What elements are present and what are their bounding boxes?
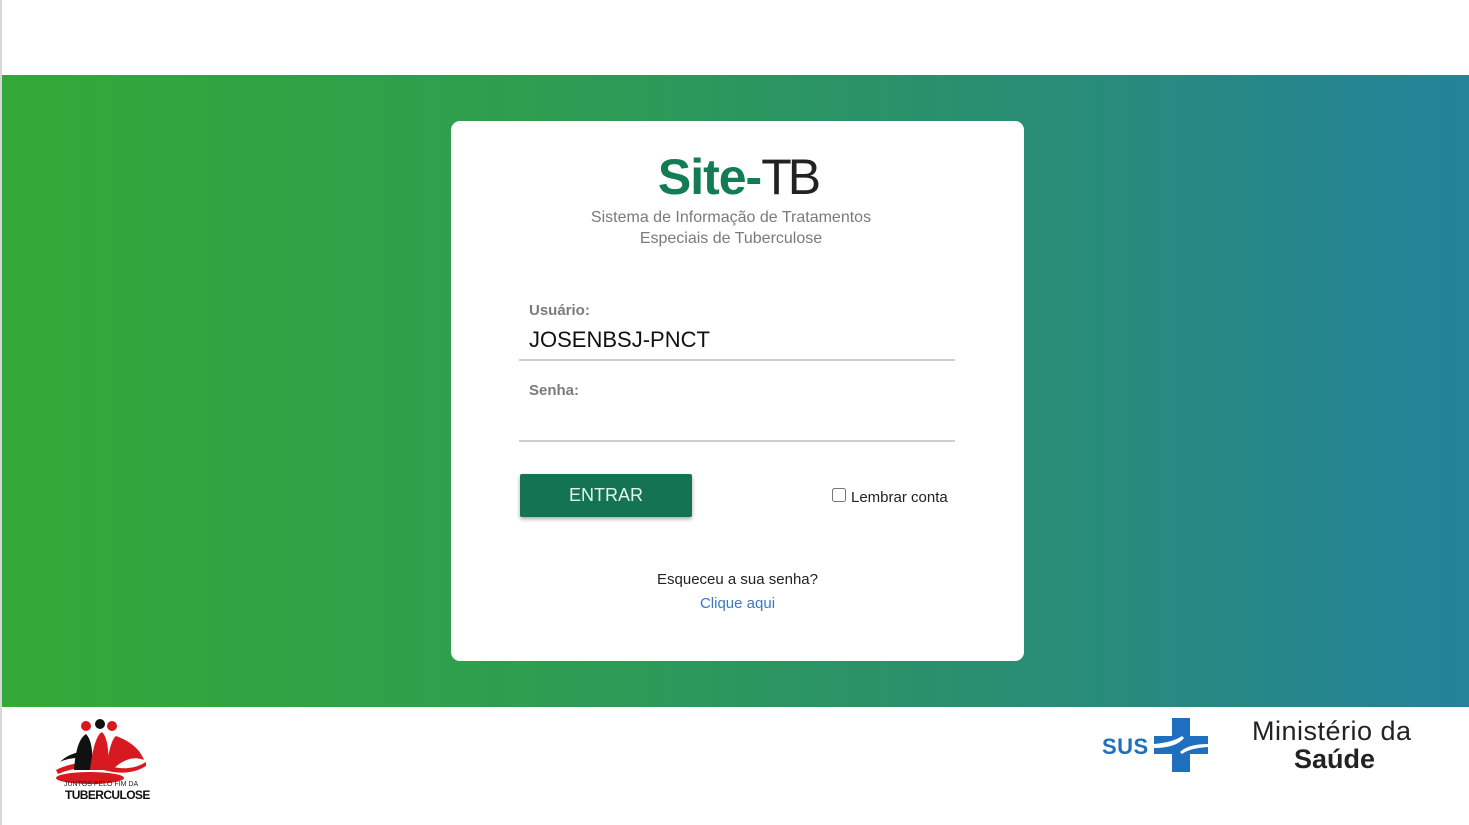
app-logo: Site-TB [451, 148, 1024, 206]
sus-cross-icon [1154, 718, 1208, 772]
subtitle-line-2: Especiais de Tuberculose [639, 230, 823, 247]
sus-logo-text: SUS [1102, 734, 1149, 759]
app-subtitle: Sistema de Informação de Tratamentos Esp… [451, 207, 1011, 249]
login-card: Site-TB Sistema de Informação de Tratame… [451, 121, 1024, 661]
login-button[interactable]: ENTRAR [520, 474, 692, 517]
tuberculosis-campaign-logo: JUNTOS PELO FIM DA TUBERCULOSE [50, 718, 150, 804]
remember-checkbox[interactable] [832, 488, 846, 502]
ministry-line-1: Ministério da [1252, 716, 1412, 746]
sus-logo: SUS [1102, 718, 1208, 772]
login-page: Site-TB Sistema de Informação de Tratame… [0, 0, 1469, 825]
tb-figures-icon [56, 719, 146, 784]
username-field: Usuário: [519, 299, 955, 361]
tb-logo-title: TUBERCULOSE [65, 788, 150, 802]
forgot-password-link[interactable]: Clique aqui [451, 595, 1024, 612]
password-input[interactable] [529, 405, 949, 435]
remember-label: Lembrar conta [851, 489, 948, 506]
tb-logo-tagline: JUNTOS PELO FIM DA [64, 781, 139, 788]
ministry-line-2: Saúde [1294, 744, 1376, 774]
forgot-password-text: Esqueceu a sua senha? [657, 571, 818, 588]
password-field: Senha: [519, 379, 955, 442]
brand-site-text: Site- [657, 149, 762, 205]
password-label: Senha: [529, 382, 580, 399]
brand-tb-text: TB [761, 149, 821, 205]
subtitle-line-1: Sistema de Informação de Tratamentos [590, 209, 872, 226]
username-label: Usuário: [529, 302, 590, 319]
ministry-of-health-logo: Ministério da Saúde [1252, 716, 1432, 776]
username-input[interactable] [529, 325, 949, 355]
